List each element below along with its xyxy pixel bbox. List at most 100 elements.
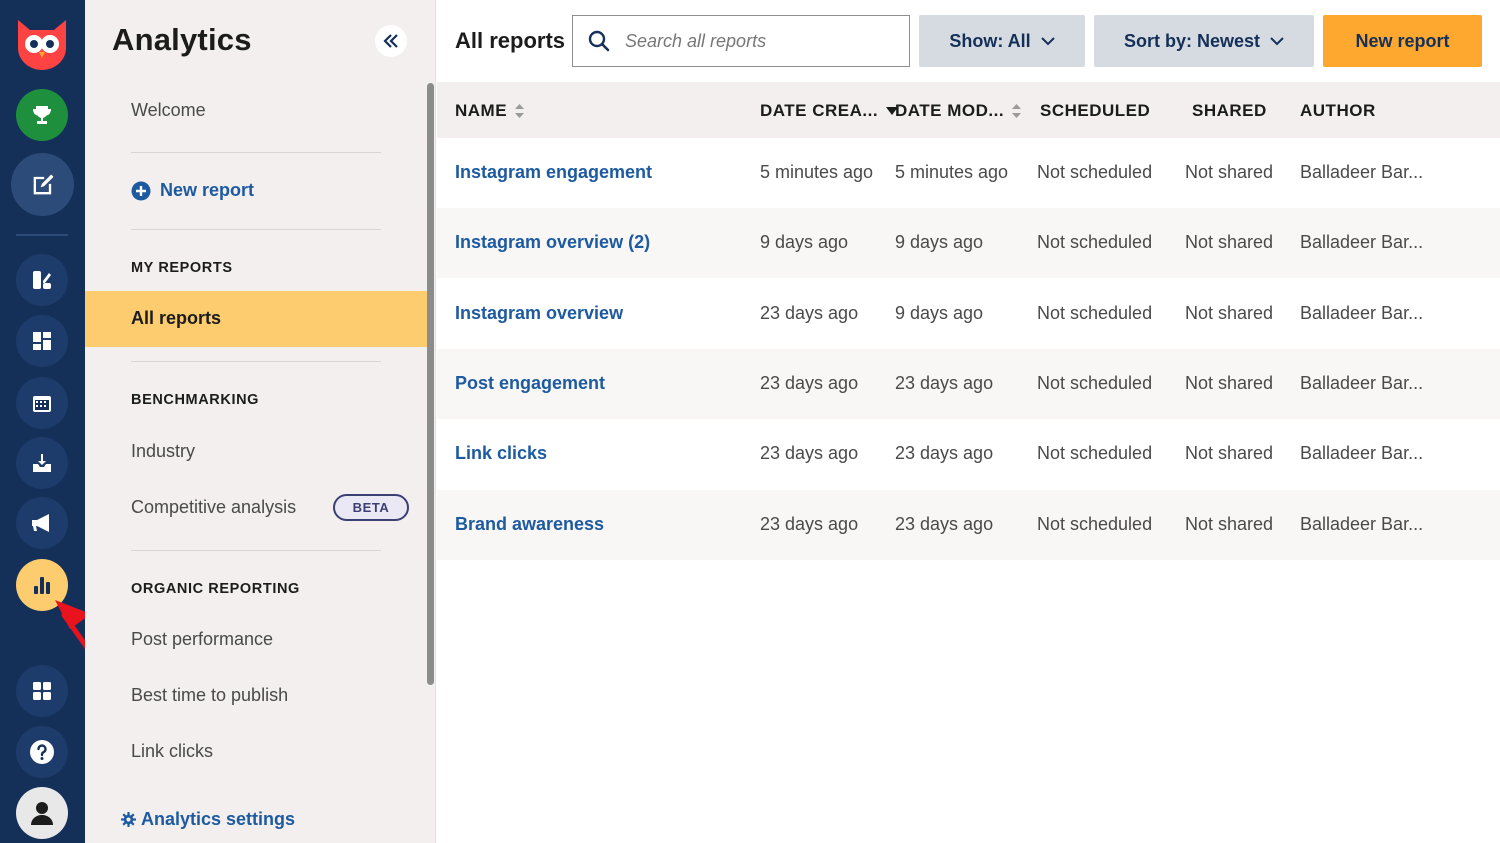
report-name-link[interactable]: Post engagement xyxy=(455,373,605,394)
scheduled-cell: Not scheduled xyxy=(1037,443,1153,463)
nav-divider xyxy=(131,361,381,362)
nav-item-welcome[interactable]: Welcome xyxy=(131,100,206,121)
author-cell: Balladeer Bar... xyxy=(1300,514,1424,534)
table-header: NAME DATE CREA... DATE MOD... SCHEDULED … xyxy=(437,82,1500,138)
scheduled-cell: Not scheduled xyxy=(1037,162,1153,182)
date-created-cell: 23 days ago xyxy=(760,373,859,393)
shared-cell: Not shared xyxy=(1185,443,1274,463)
nav-item-link-clicks[interactable]: Link clicks xyxy=(131,741,213,762)
report-name-link[interactable]: Instagram overview xyxy=(455,303,623,324)
nav-new-report-link[interactable]: New report xyxy=(131,180,254,201)
compose-icon[interactable] xyxy=(11,153,74,216)
table-row[interactable]: Instagram overview (2) 9 days ago 9 days… xyxy=(437,208,1500,278)
column-header-scheduled: SCHEDULED xyxy=(1040,101,1151,120)
nav-scrollbar[interactable] xyxy=(427,83,434,685)
table-row[interactable]: Instagram engagement 5 minutes ago 5 min… xyxy=(437,138,1500,208)
author-cell: Balladeer Bar... xyxy=(1300,232,1424,252)
shared-cell: Not shared xyxy=(1185,514,1274,534)
user-icon[interactable] xyxy=(16,787,68,839)
report-name-link[interactable]: Brand awareness xyxy=(455,514,604,535)
nav-item-industry[interactable]: Industry xyxy=(131,441,195,462)
date-modified-cell: 23 days ago xyxy=(895,373,994,393)
nav-title: Analytics xyxy=(112,22,252,57)
column-header-name[interactable]: NAME xyxy=(455,101,525,121)
date-created-cell: 5 minutes ago xyxy=(760,162,874,182)
dashboard-icon[interactable] xyxy=(16,315,68,367)
plus-circle-icon xyxy=(131,181,151,200)
section-heading-my-reports: MY REPORTS xyxy=(131,260,233,276)
date-modified-cell: 5 minutes ago xyxy=(895,162,1009,182)
table-row[interactable]: Post engagement 23 days ago 23 days ago … xyxy=(437,349,1500,419)
scheduled-cell: Not scheduled xyxy=(1037,232,1153,252)
calendar-icon[interactable] xyxy=(16,377,68,429)
chevron-down-icon xyxy=(1040,36,1055,45)
analytics-nav-panel: Analytics Welcome New report MY REPORTS … xyxy=(85,0,436,843)
page-title: All reports xyxy=(455,28,566,53)
show-filter-label: Show: All xyxy=(949,30,1031,51)
streams-icon[interactable] xyxy=(16,254,68,306)
shared-cell: Not shared xyxy=(1185,162,1274,182)
nav-divider xyxy=(131,550,381,551)
report-name-link[interactable]: Instagram overview (2) xyxy=(455,232,650,253)
column-header-date-created[interactable]: DATE CREA... xyxy=(760,101,899,121)
trophy-icon[interactable] xyxy=(16,89,68,141)
search-box[interactable] xyxy=(572,15,910,67)
apps-icon[interactable] xyxy=(16,665,68,717)
column-header-date-created-label: DATE CREA... xyxy=(760,101,879,120)
megaphone-icon[interactable] xyxy=(16,497,68,549)
rail-divider xyxy=(16,234,68,236)
sort-icon xyxy=(1012,104,1022,118)
collapse-panel-button[interactable] xyxy=(375,25,407,57)
date-modified-cell: 9 days ago xyxy=(895,232,984,252)
author-cell: Balladeer Bar... xyxy=(1300,303,1424,323)
show-filter-dropdown[interactable]: Show: All xyxy=(919,15,1085,67)
nav-item-post-performance[interactable]: Post performance xyxy=(131,629,273,650)
chevron-down-icon xyxy=(1270,36,1284,45)
inbox-icon[interactable] xyxy=(16,437,68,489)
column-header-date-modified-label: DATE MOD... xyxy=(895,101,1005,120)
double-chevron-left-icon xyxy=(383,34,398,48)
nav-item-all-reports-label: All reports xyxy=(131,308,222,328)
sort-label: Sort by: Newest xyxy=(1123,30,1261,51)
search-icon xyxy=(588,30,610,52)
nav-divider xyxy=(131,152,381,153)
app-rail xyxy=(0,0,85,843)
date-modified-cell: 23 days ago xyxy=(895,443,994,463)
report-name-link[interactable]: Instagram engagement xyxy=(455,162,652,183)
table-row[interactable]: Brand awareness 23 days ago 23 days ago … xyxy=(437,490,1500,560)
column-header-name-label: NAME xyxy=(455,101,508,120)
nav-item-all-reports[interactable]: All reports xyxy=(85,291,428,347)
gear-icon xyxy=(121,812,136,827)
scheduled-cell: Not scheduled xyxy=(1037,373,1153,393)
table-row[interactable]: Link clicks 23 days ago 23 days ago Not … xyxy=(437,419,1500,489)
nav-new-report-label: New report xyxy=(160,180,255,200)
scheduled-cell: Not scheduled xyxy=(1037,303,1153,323)
new-report-button[interactable]: New report xyxy=(1323,15,1482,67)
report-name-link[interactable]: Link clicks xyxy=(455,443,547,464)
author-cell: Balladeer Bar... xyxy=(1300,373,1424,393)
owl-icon[interactable] xyxy=(12,12,72,72)
nav-item-best-time-to-publish[interactable]: Best time to publish xyxy=(131,685,288,706)
shared-cell: Not shared xyxy=(1185,232,1274,252)
bar-chart-icon[interactable] xyxy=(16,559,68,611)
date-created-cell: 23 days ago xyxy=(760,303,859,323)
date-created-cell: 23 days ago xyxy=(760,443,859,463)
column-header-date-modified[interactable]: DATE MOD... xyxy=(895,101,1022,121)
analytics-settings-link[interactable]: Analytics settings xyxy=(121,809,295,830)
date-modified-cell: 9 days ago xyxy=(895,303,984,323)
beta-badge: BETA xyxy=(333,494,409,521)
author-cell: Balladeer Bar... xyxy=(1300,443,1424,463)
analytics-settings-label: Analytics settings xyxy=(141,809,296,829)
column-header-shared: SHARED xyxy=(1192,101,1267,120)
shared-cell: Not shared xyxy=(1185,303,1274,323)
sort-dropdown[interactable]: Sort by: Newest xyxy=(1094,15,1314,67)
table-row[interactable]: Instagram overview 23 days ago 9 days ag… xyxy=(437,279,1500,349)
date-created-cell: 9 days ago xyxy=(760,232,849,252)
author-cell: Balladeer Bar... xyxy=(1300,162,1424,182)
nav-divider xyxy=(131,229,381,230)
scheduled-cell: Not scheduled xyxy=(1037,514,1153,534)
help-icon[interactable] xyxy=(16,726,68,778)
date-created-cell: 23 days ago xyxy=(760,514,859,534)
nav-item-competitive-analysis[interactable]: Competitive analysis xyxy=(131,497,296,518)
search-input[interactable] xyxy=(625,30,885,52)
